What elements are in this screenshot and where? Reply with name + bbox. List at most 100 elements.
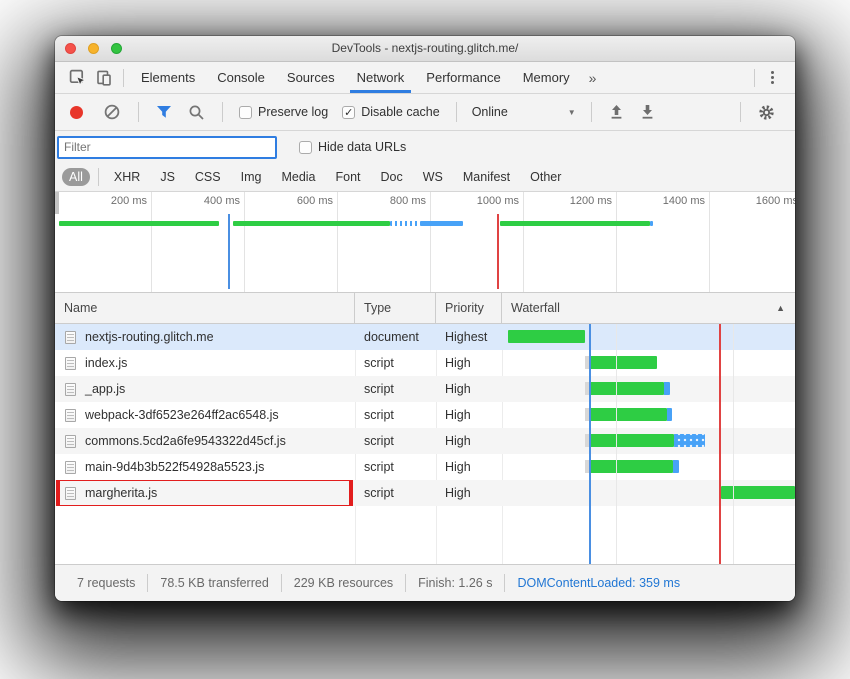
- tab-bar: ElementsConsoleSourcesNetworkPerformance…: [55, 62, 795, 94]
- resource-filter-js[interactable]: JS: [153, 168, 182, 186]
- resource-filter-media[interactable]: Media: [274, 168, 322, 186]
- tab-console[interactable]: Console: [206, 62, 276, 93]
- divider: [98, 168, 99, 186]
- table-header: Name Type Priority Waterfall ▲: [55, 293, 795, 324]
- resource-filter-img[interactable]: Img: [234, 168, 269, 186]
- tab-elements[interactable]: Elements: [130, 62, 206, 93]
- resource-filter-xhr[interactable]: XHR: [107, 168, 147, 186]
- filter-row: Hide data URLs: [55, 131, 795, 163]
- throttling-select[interactable]: Online ▼: [472, 105, 576, 119]
- divider: [754, 69, 755, 87]
- timeline-gridline: [337, 192, 338, 292]
- more-tabs-button[interactable]: »: [581, 70, 605, 86]
- inspect-cursor-icon: [69, 69, 87, 87]
- settings-button[interactable]: [758, 104, 775, 121]
- table-row[interactable]: index.jsscriptHigh: [55, 350, 795, 376]
- request-type: script: [355, 428, 436, 454]
- waterfall-bar-download: [508, 330, 585, 343]
- timeline-gridline: [523, 192, 524, 292]
- timeline-tick-label: 1000 ms: [441, 195, 519, 209]
- waterfall-header-label: Waterfall: [511, 293, 560, 323]
- timeline-tick-label: 600 ms: [255, 195, 333, 209]
- preserve-log-checkbox[interactable]: [239, 106, 252, 119]
- file-icon: [65, 461, 76, 474]
- request-priority: High: [436, 454, 502, 480]
- resource-filter-doc[interactable]: Doc: [374, 168, 410, 186]
- divider: [222, 102, 223, 122]
- table-row[interactable]: webpack-3df6523e264ff2ac6548.jsscriptHig…: [55, 402, 795, 428]
- file-icon: [65, 357, 76, 370]
- filter-input[interactable]: [57, 136, 277, 159]
- request-name: commons.5cd2a6fe9543322d45cf.js: [85, 428, 286, 454]
- timeline-tick-label: 200 ms: [69, 195, 147, 209]
- network-toolbar: Preserve log ✓ Disable cache Online ▼: [55, 94, 795, 131]
- tab-memory[interactable]: Memory: [512, 62, 581, 93]
- tab-performance[interactable]: Performance: [415, 62, 511, 93]
- name-cell[interactable]: index.js: [55, 350, 355, 376]
- tab-sources[interactable]: Sources: [276, 62, 346, 93]
- name-cell[interactable]: nextjs-routing.glitch.me: [55, 324, 355, 350]
- funnel-icon: [156, 105, 172, 119]
- timeline-tick-label: 1600 ms: [720, 195, 795, 209]
- main-menu-button[interactable]: [761, 65, 783, 91]
- resource-filter-manifest[interactable]: Manifest: [456, 168, 517, 186]
- table-row[interactable]: nextjs-routing.glitch.medocumentHighest: [55, 324, 795, 350]
- name-cell[interactable]: main-9d4b3b522f54928a5523.js: [55, 454, 355, 480]
- resource-filter-css[interactable]: CSS: [188, 168, 228, 186]
- request-type: script: [355, 480, 436, 506]
- tab-network[interactable]: Network: [346, 62, 416, 93]
- column-header-waterfall[interactable]: Waterfall ▲: [502, 293, 795, 323]
- table-row[interactable]: main-9d4b3b522f54928a5523.jsscriptHigh: [55, 454, 795, 480]
- request-type: script: [355, 376, 436, 402]
- name-cell[interactable]: _app.js: [55, 376, 355, 402]
- column-header-priority[interactable]: Priority: [436, 293, 502, 323]
- request-priority: High: [436, 350, 502, 376]
- record-button[interactable]: [70, 106, 83, 119]
- overview-left-handle[interactable]: [55, 192, 59, 214]
- clear-button[interactable]: [103, 103, 121, 121]
- table-row[interactable]: commons.5cd2a6fe9543322d45cf.jsscriptHig…: [55, 428, 795, 454]
- export-har-button[interactable]: [640, 104, 655, 120]
- resource-filter-other[interactable]: Other: [523, 168, 568, 186]
- upload-icon: [609, 104, 624, 120]
- name-cell[interactable]: webpack-3df6523e264ff2ac6548.js: [55, 402, 355, 428]
- waterfall-bar-download: [590, 460, 673, 473]
- name-cell[interactable]: margherita.js: [55, 480, 355, 506]
- disable-cache-label: Disable cache: [361, 105, 440, 119]
- timeline-overview[interactable]: 200 ms400 ms600 ms800 ms1000 ms1200 ms14…: [55, 192, 795, 293]
- dcl-event-line: [228, 214, 230, 289]
- toolbar-right: [731, 102, 783, 122]
- requests-body: nextjs-routing.glitch.medocumentHighesti…: [55, 324, 795, 564]
- column-header-type[interactable]: Type: [355, 293, 436, 323]
- import-har-button[interactable]: [609, 104, 624, 120]
- request-name: nextjs-routing.glitch.me: [85, 324, 214, 350]
- divider: [456, 102, 457, 122]
- timeline-gridline: [151, 192, 152, 292]
- resource-filter-all[interactable]: All: [62, 168, 90, 186]
- summary-stat: 229 KB resources: [282, 576, 405, 590]
- column-header-name[interactable]: Name: [55, 293, 355, 323]
- inspect-element-button[interactable]: [65, 65, 91, 91]
- resource-filter-font[interactable]: Font: [329, 168, 368, 186]
- divider: [591, 102, 592, 122]
- disable-cache-checkbox[interactable]: ✓: [342, 106, 355, 119]
- request-type: script: [355, 454, 436, 480]
- hide-data-urls-label: Hide data URLs: [318, 140, 406, 154]
- file-icon: [65, 435, 76, 448]
- resource-filter-ws[interactable]: WS: [416, 168, 450, 186]
- summary-stat: 78.5 KB transferred: [148, 576, 280, 590]
- request-type: document: [355, 324, 436, 350]
- name-cell[interactable]: commons.5cd2a6fe9543322d45cf.js: [55, 428, 355, 454]
- hide-data-urls-checkbox[interactable]: [299, 141, 312, 154]
- file-icon: [65, 331, 76, 344]
- gear-icon: [758, 104, 775, 121]
- waterfall-bar-download: [590, 408, 667, 421]
- device-toolbar-button[interactable]: [91, 65, 117, 91]
- table-row[interactable]: _app.jsscriptHigh: [55, 376, 795, 402]
- overview-bar-green: [500, 221, 650, 226]
- filter-toggle-button[interactable]: [156, 105, 172, 119]
- table-row[interactable]: margherita.jsscriptHigh: [55, 480, 795, 506]
- request-type: script: [355, 350, 436, 376]
- search-button[interactable]: [188, 104, 205, 121]
- waterfall-cell: [502, 376, 795, 402]
